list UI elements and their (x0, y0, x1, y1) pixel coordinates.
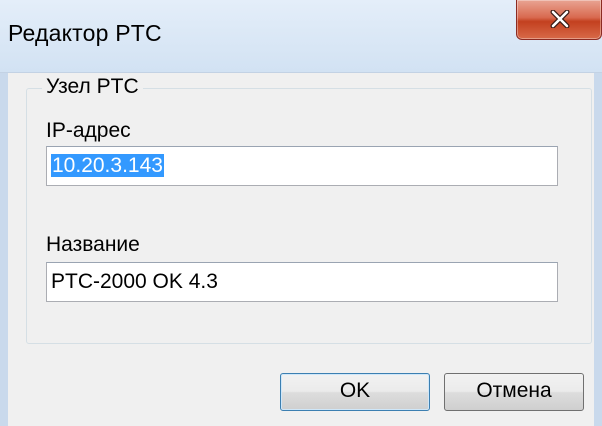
groupbox-legend: Узел PTC (42, 74, 143, 100)
close-icon (550, 10, 570, 28)
ok-button[interactable]: OK (280, 373, 430, 411)
ip-address-input[interactable]: 10.20.3.143 (46, 146, 558, 186)
name-label: Название (46, 233, 140, 256)
window-border-right (594, 73, 602, 426)
ip-address-value: 10.20.3.143 (51, 154, 164, 177)
window-title: Редактор PTC (8, 20, 162, 46)
ip-address-label: IP-адрес (46, 119, 131, 142)
name-input[interactable]: PTC-2000 OK 4.3 (46, 262, 558, 302)
close-button[interactable] (516, 0, 602, 40)
title-bar: Редактор PTC (0, 0, 602, 73)
cancel-button[interactable]: Отмена (444, 373, 584, 411)
name-value: PTC-2000 OK 4.3 (51, 270, 218, 293)
window-border-left (0, 73, 8, 426)
